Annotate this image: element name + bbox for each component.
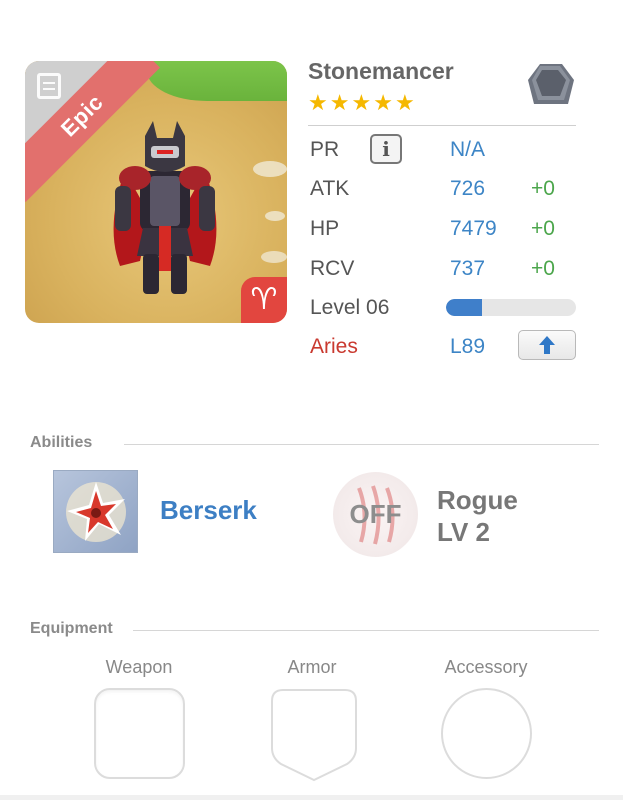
atk-bonus: +0 (531, 177, 555, 200)
equipment-heading: Equipment (30, 620, 113, 637)
document-icon[interactable] (37, 73, 61, 99)
hp-bonus: +0 (531, 217, 555, 240)
rcv-value: 737 (450, 257, 486, 280)
accessory-label: Accessory (444, 657, 528, 677)
passive-ability-toggle[interactable]: OFF (333, 472, 418, 557)
arrow-up-icon (539, 336, 555, 354)
pebble (265, 211, 285, 221)
star-icon: ★ (308, 90, 328, 115)
bottom-edge (0, 795, 623, 800)
star-icon: ★ (329, 90, 350, 115)
grass-background (147, 61, 287, 101)
berserk-ability-icon[interactable] (53, 470, 138, 553)
info-button[interactable]: i (370, 134, 402, 164)
equipment-divider (133, 630, 599, 631)
passive-ability-title: Rogue (437, 485, 518, 515)
level-progress-bar (446, 299, 576, 316)
accessory-slot[interactable] (441, 688, 532, 779)
passive-state-label: OFF (349, 499, 402, 529)
header-divider (308, 125, 576, 126)
armor-label: Armor (287, 657, 337, 677)
knight-character-icon (113, 121, 217, 294)
atk-label: ATK (310, 177, 350, 200)
pr-label: PR (310, 138, 340, 161)
stone-element-icon (528, 64, 574, 104)
hp-value: 7479 (450, 217, 497, 240)
zodiac-level: L89 (450, 335, 486, 358)
star-icon: ★ (351, 90, 372, 115)
passive-ability-level: LV 2 (437, 517, 490, 547)
level-progress-fill (446, 299, 483, 316)
unit-name: Stonemancer (308, 58, 454, 84)
rcv-bonus: +0 (531, 257, 555, 280)
atk-value: 726 (450, 177, 486, 200)
rcv-label: RCV (310, 257, 355, 280)
abilities-divider (124, 444, 599, 445)
hp-label: HP (310, 217, 340, 240)
pebble (253, 161, 287, 177)
weapon-label: Weapon (105, 657, 173, 677)
burst-icon (65, 481, 126, 542)
armor-slot[interactable] (269, 688, 359, 782)
zodiac-aries-icon: ♈ (241, 277, 287, 323)
star-icon: ★ (373, 90, 393, 115)
weapon-slot[interactable] (94, 688, 185, 779)
unit-portrait[interactable]: Epic ♈ (25, 61, 287, 323)
pr-value: N/A (450, 138, 486, 161)
zodiac-sign-label: Aries (310, 335, 358, 358)
pebble (261, 251, 287, 263)
level-label: Level 06 (310, 296, 390, 319)
star-icon: ★ (394, 90, 415, 115)
upgrade-button[interactable] (518, 330, 576, 360)
passive-ability-name: Rogue LV 2 (437, 484, 518, 548)
active-ability-name[interactable]: Berserk (160, 495, 257, 526)
abilities-heading: Abilities (30, 434, 93, 451)
star-rating: ★ ★ ★ ★ ★ (308, 92, 415, 114)
